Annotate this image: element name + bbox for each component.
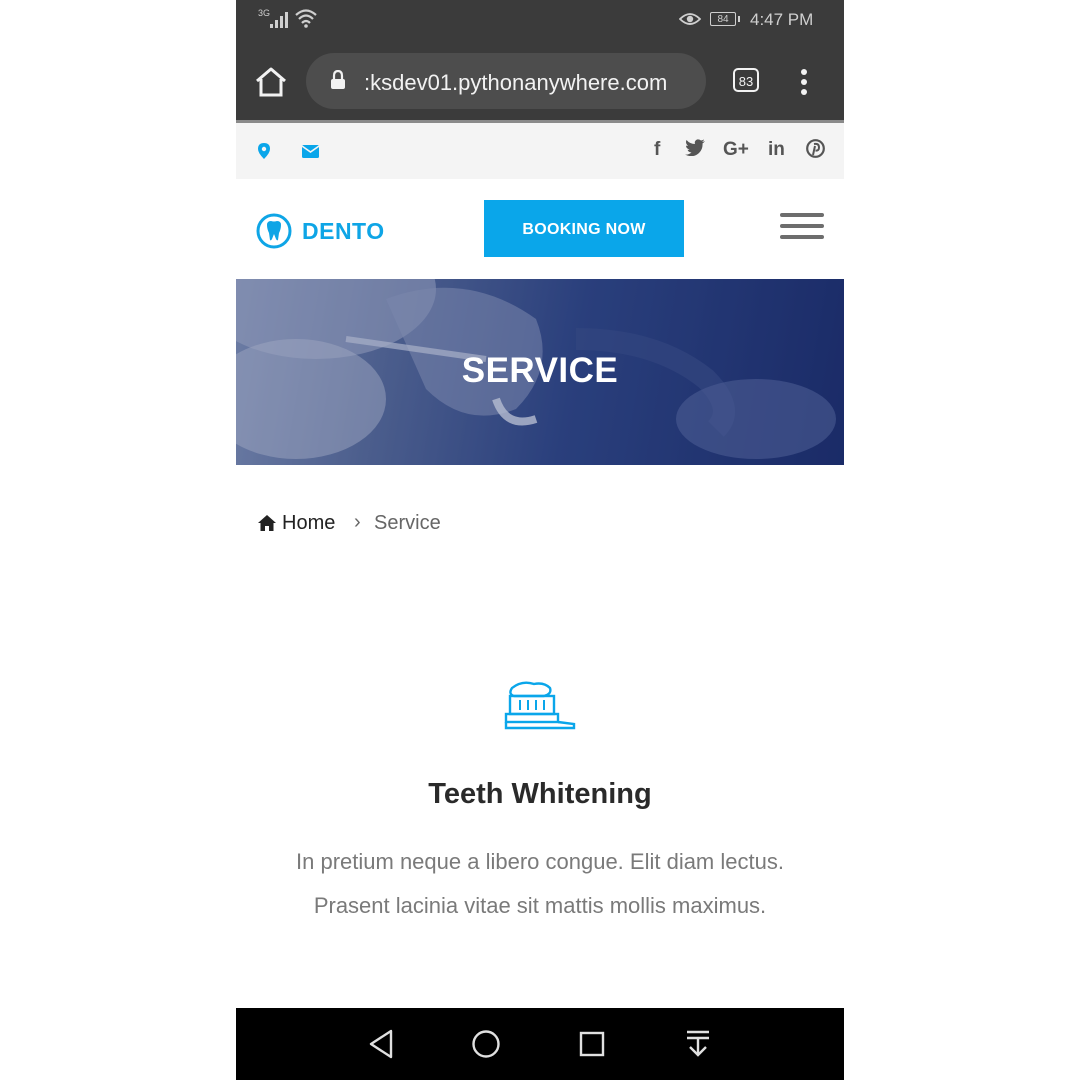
- battery-tip: [738, 16, 740, 22]
- browser-toolbar: :ksdev01.pythonanywhere.com 83: [236, 42, 844, 123]
- twitter-icon[interactable]: [685, 139, 705, 162]
- hamburger-line: [780, 235, 824, 239]
- home-nav-icon[interactable]: [471, 1028, 501, 1060]
- home-icon[interactable]: [254, 66, 288, 98]
- tab-switcher-button[interactable]: 83: [733, 68, 759, 92]
- notification-pulldown-icon[interactable]: [684, 1028, 712, 1060]
- breadcrumb-separator: ›: [354, 511, 361, 533]
- page-hero-banner: SERVICE: [236, 279, 844, 465]
- pinterest-icon[interactable]: [806, 139, 825, 164]
- hamburger-line: [780, 224, 824, 228]
- logo-text[interactable]: DENTO: [302, 218, 385, 245]
- wifi-icon: [295, 9, 317, 28]
- service-description: In pretium neque a libero congue. Elit d…: [296, 849, 784, 918]
- phone-screen: 3G 84 4:47 PM :ksdev01.pythonanywhere.co…: [236, 0, 844, 1080]
- envelope-icon[interactable]: [302, 145, 319, 158]
- tooth-logo-icon[interactable]: [256, 213, 292, 249]
- status-bar: 3G 84 4:47 PM: [236, 0, 844, 42]
- lock-icon: [331, 70, 345, 89]
- breadcrumb-current: Service: [374, 512, 441, 534]
- toothbrush-icon: [504, 681, 576, 730]
- page-title: SERVICE: [461, 351, 619, 390]
- hamburger-line: [780, 213, 824, 217]
- more-options-icon[interactable]: [796, 68, 812, 96]
- eye-comfort-icon: [679, 13, 701, 25]
- clock: 4:47 PM: [750, 10, 814, 29]
- breadcrumb-home-link[interactable]: Home: [282, 512, 335, 535]
- hamburger-menu-icon[interactable]: [780, 213, 824, 243]
- address-bar[interactable]: :ksdev01.pythonanywhere.com: [306, 53, 706, 109]
- twitter-bird-shape: [685, 139, 705, 157]
- top-info-bar: f G+ in: [236, 123, 844, 179]
- booking-now-button[interactable]: BOOKING NOW: [484, 200, 684, 257]
- google-plus-icon[interactable]: G+: [723, 139, 749, 161]
- recent-apps-icon[interactable]: [578, 1028, 606, 1060]
- url-text: :ksdev01.pythonanywhere.com: [364, 70, 668, 95]
- system-navigation-bar: [236, 1008, 844, 1080]
- home-icon[interactable]: [258, 515, 276, 531]
- map-marker-icon[interactable]: [258, 143, 270, 159]
- site-header: DENTO BOOKING NOW: [236, 179, 844, 279]
- battery-icon: 84: [710, 12, 736, 26]
- facebook-icon[interactable]: f: [654, 139, 660, 161]
- service-title: Teeth Whitening: [428, 778, 652, 810]
- network-type: 3G: [258, 8, 271, 18]
- back-icon[interactable]: [368, 1028, 394, 1060]
- pinterest-shape: [806, 139, 825, 158]
- linkedin-icon[interactable]: in: [768, 139, 785, 161]
- signal-icon: [270, 12, 288, 28]
